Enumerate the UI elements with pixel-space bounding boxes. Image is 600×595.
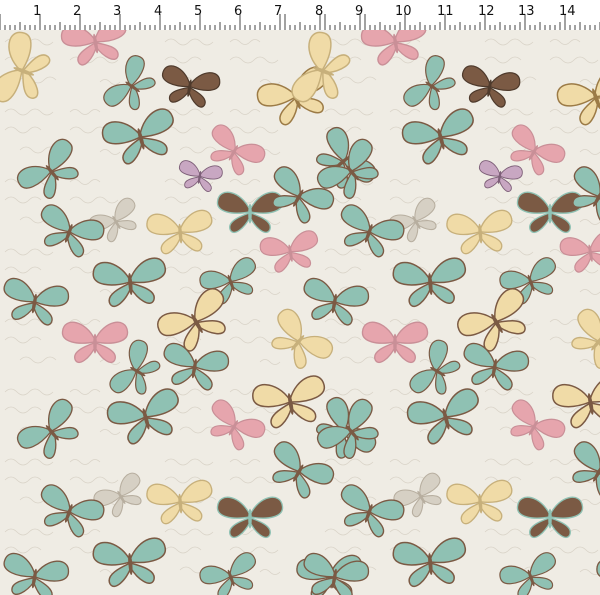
ruler-number: 8: [315, 4, 324, 19]
ruler-number: 6: [234, 4, 243, 19]
ruler-number: 12: [478, 4, 495, 19]
ruler-number: 11: [437, 4, 454, 19]
ruler-number: 1: [33, 4, 42, 19]
ruler-number: 3: [113, 4, 122, 19]
ruler-number: 4: [154, 4, 163, 19]
ruler-number: 13: [518, 4, 535, 19]
measurement-ruler: 1 2 3 4 5 6 7 8 9 10 11 12 13 14: [0, 0, 600, 31]
ruler-number: 2: [73, 4, 82, 19]
ruler-number: 5: [194, 4, 203, 19]
ruler-number: 14: [559, 4, 576, 19]
ruler-ticks: [0, 14, 600, 30]
butterfly-pattern: [0, 30, 600, 595]
butterfly-fabric-swatch: [0, 30, 600, 595]
ruler-number: 7: [274, 4, 283, 19]
ruler-number: 9: [355, 4, 364, 19]
ruler-number: 10: [395, 4, 412, 19]
